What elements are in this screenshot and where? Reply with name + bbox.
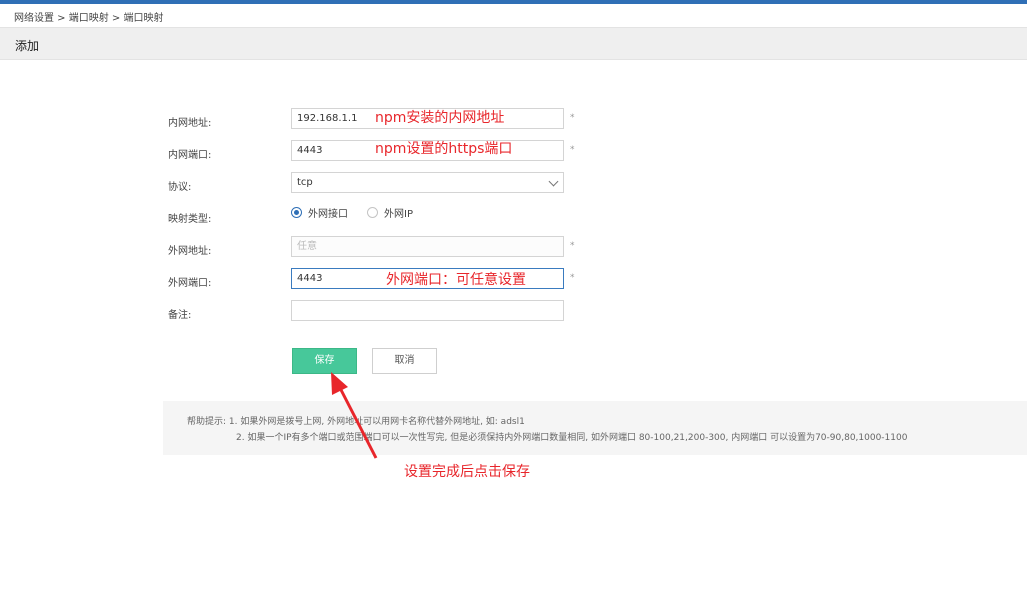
breadcrumb: 网络设置 > 端口映射 > 端口映射 bbox=[14, 13, 164, 24]
save-button[interactable]: 保存 bbox=[292, 348, 357, 374]
annotation-arrow bbox=[331, 372, 378, 459]
help-panel: 帮助提示: 1. 如果外网是拨号上网, 外网地址可以用网卡名称代替外网地址, 如… bbox=[163, 401, 1027, 455]
radio-wan-interface[interactable]: 外网接口 bbox=[291, 205, 348, 220]
lan-address-label: 内网地址: bbox=[168, 118, 212, 129]
wan-port-label: 外网端口: bbox=[168, 278, 212, 289]
wan-address-field[interactable]: 任意 bbox=[291, 236, 564, 257]
lan-address-required-mark: * bbox=[570, 113, 575, 123]
wan-port-required-mark: * bbox=[570, 273, 575, 283]
radio-wan-ip[interactable]: 外网IP bbox=[367, 205, 413, 220]
wan-address-label: 外网地址: bbox=[168, 246, 212, 257]
help-line-1: 帮助提示: 1. 如果外网是拨号上网, 外网地址可以用网卡名称代替外网地址, 如… bbox=[187, 417, 525, 427]
lan-port-label: 内网端口: bbox=[168, 150, 212, 161]
protocol-label: 协议: bbox=[168, 182, 192, 193]
protocol-select[interactable]: tcp bbox=[291, 172, 564, 193]
map-type-label: 映射类型: bbox=[168, 214, 212, 225]
radio-unchecked-icon bbox=[367, 207, 378, 218]
radio-wan-ip-label: 外网IP bbox=[384, 209, 413, 220]
cancel-button[interactable]: 取消 bbox=[372, 348, 437, 374]
annotation-arrow-head bbox=[331, 372, 348, 395]
lan-address-annotation: npm安装的内网地址 bbox=[375, 110, 505, 126]
protocol-selected-value: tcp bbox=[297, 177, 313, 188]
lan-port-required-mark: * bbox=[570, 145, 575, 155]
radio-wan-interface-label: 外网接口 bbox=[308, 209, 348, 220]
radio-checked-icon bbox=[291, 207, 302, 218]
help-line-2: 2. 如果一个IP有多个端口或范围端口可以一次性写完, 但是必须保持内外网端口数… bbox=[236, 433, 908, 443]
page-title: 添加 bbox=[15, 39, 40, 53]
page-header: 添加 bbox=[0, 27, 1027, 60]
remark-field[interactable] bbox=[291, 300, 564, 321]
save-annotation: 设置完成后点击保存 bbox=[404, 464, 530, 480]
wan-address-required-mark: * bbox=[570, 241, 575, 251]
wan-port-annotation: 外网端口：可任意设置 bbox=[386, 272, 526, 288]
remark-label: 备注: bbox=[168, 310, 192, 321]
top-accent-bar bbox=[0, 0, 1027, 4]
lan-port-annotation: npm设置的https端口 bbox=[375, 141, 513, 157]
chevron-down-icon bbox=[548, 176, 559, 187]
